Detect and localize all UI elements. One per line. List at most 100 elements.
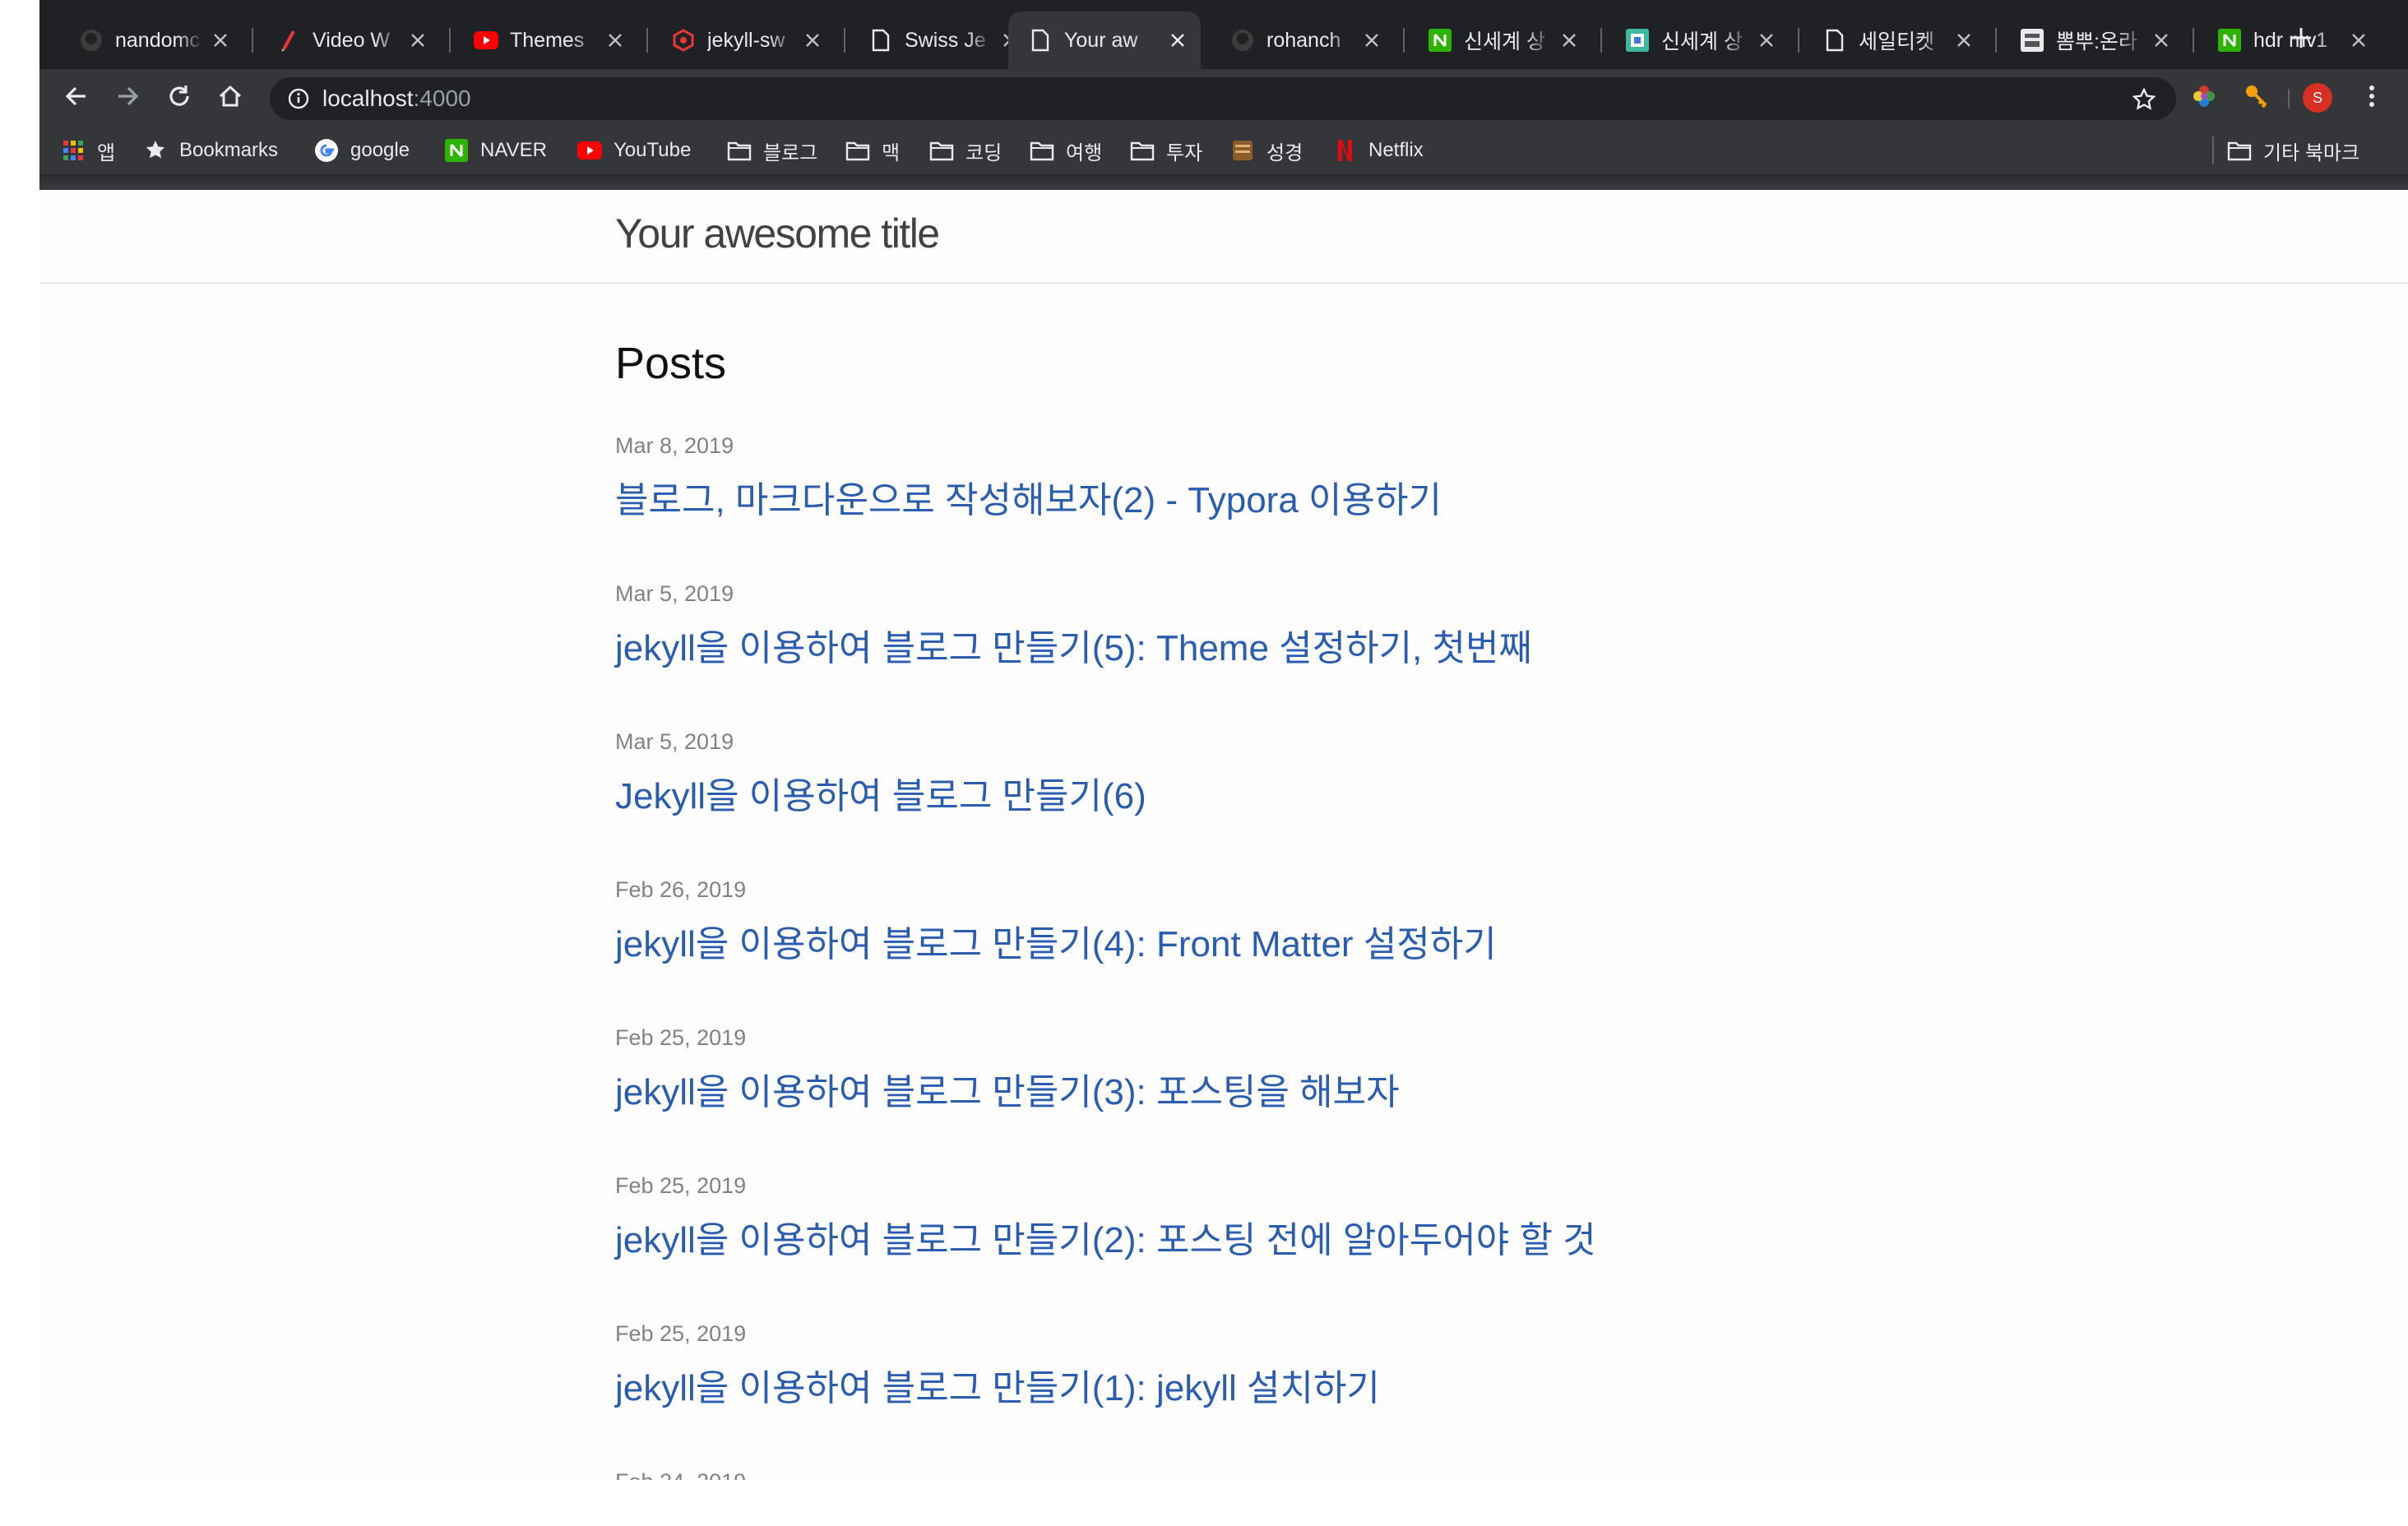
new-tab-button[interactable]: [2285, 23, 2318, 56]
tab-title: Your aw: [1064, 28, 1138, 52]
tab-themes[interactable]: Themes: [454, 12, 638, 69]
naver-icon: [2217, 28, 2242, 53]
profile-button[interactable]: S: [2303, 83, 2332, 113]
bookmark-folder-travel[interactable]: 여행: [1030, 136, 1102, 164]
url-host: localhost: [322, 86, 414, 111]
post-title-link[interactable]: Jekyll을 이용하여 블로그 만들기(6): [615, 766, 1146, 819]
tab-video[interactable]: Video W: [257, 12, 441, 69]
tab-swiss[interactable]: Swiss Je: [849, 12, 1033, 69]
bookmark-other-folder[interactable]: 기타 북마크: [2227, 136, 2359, 164]
bookmark-folder-invest[interactable]: 투자: [1130, 136, 1202, 164]
color-extension-button[interactable]: [2189, 83, 2219, 113]
bookmark-label: google: [350, 139, 410, 161]
tab-nandomc[interactable]: nandomc: [59, 12, 243, 69]
tab-title: jekyll-sw: [707, 28, 785, 52]
page-icon: [1028, 28, 1053, 53]
post-item: Mar 8, 2019 블로그, 마크다운으로 작성해보자(2) - Typor…: [615, 433, 1442, 523]
apps-grid-icon: [61, 138, 86, 163]
back-button[interactable]: [61, 83, 90, 113]
github-icon: [79, 28, 104, 53]
reload-button[interactable]: [164, 83, 194, 113]
folder-icon: [845, 138, 870, 163]
bookmark-youtube[interactable]: YouTube: [577, 136, 691, 164]
close-icon[interactable]: [1168, 30, 1188, 50]
tab-jekyll-sw[interactable]: jekyll-sw: [651, 12, 836, 69]
bookmark-google[interactable]: google: [314, 136, 410, 164]
tab-title: 신세계 상: [1464, 30, 1545, 53]
post-title-link[interactable]: jekyll을 이용하여 블로그 만들기(3): 포스팅을 해보자: [615, 1062, 1400, 1115]
tab-title: Themes: [510, 28, 585, 52]
close-icon[interactable]: [1362, 30, 1382, 50]
tab-strip: nandomc Video W Themes jekyll-sw Swiss J…: [39, 0, 2408, 69]
bookmark-netflix[interactable]: Netflix: [1332, 136, 1424, 164]
back-arrow-icon: [63, 83, 89, 113]
netflix-icon: [1332, 138, 1357, 163]
address-bar[interactable]: localhost:4000: [270, 77, 2176, 120]
more-vert-icon: [2368, 83, 2376, 113]
github-icon: [1230, 28, 1255, 53]
folder-icon: [929, 138, 954, 163]
tab-your-awesome-title[interactable]: Your aw: [1008, 12, 1201, 69]
plus-icon: [2290, 26, 2313, 53]
post-item: Feb 24, 2019: [615, 1469, 746, 1480]
bookmark-folder-mac[interactable]: 맥: [845, 136, 900, 164]
key-extension-button[interactable]: [2242, 83, 2271, 113]
post-date: Feb 25, 2019: [615, 1025, 747, 1050]
youtube-icon: [577, 138, 602, 163]
bookmark-label: 코딩: [966, 141, 1003, 164]
bookmark-label: 맥: [882, 141, 901, 164]
bookmark-folder-coding[interactable]: 코딩: [929, 136, 1002, 164]
pen-icon: [276, 28, 301, 53]
close-icon[interactable]: [605, 30, 625, 50]
bookmark-apps[interactable]: 앱: [61, 136, 115, 164]
tab-title: 신세계 상: [1661, 30, 1743, 53]
post-date: Mar 8, 2019: [615, 433, 734, 458]
tab-shinsegae-2[interactable]: 신세계 상: [1605, 12, 1790, 69]
bookmark-label: YouTube: [614, 139, 692, 161]
close-icon[interactable]: [2349, 30, 2369, 50]
star-icon: [143, 138, 168, 163]
home-icon: [217, 83, 243, 113]
tab-saleticket[interactable]: 세일티켓: [1803, 12, 1987, 69]
close-icon[interactable]: [1757, 30, 1776, 50]
bookmark-label: 여행: [1066, 141, 1103, 164]
tab-rohanch[interactable]: rohanch: [1211, 12, 1395, 69]
tab-shinsegae-1[interactable]: 신세계 상: [1408, 12, 1592, 69]
info-icon[interactable]: [288, 88, 309, 109]
youtube-icon: [474, 28, 498, 53]
bookmark-bible[interactable]: 성경: [1230, 136, 1303, 164]
post-date: Mar 5, 2019: [615, 729, 734, 754]
tab-title: rohanch: [1267, 28, 1341, 52]
post-title-link[interactable]: jekyll을 이용하여 블로그 만들기(5): Theme 설정하기, 첫번째: [615, 618, 1532, 671]
tab-title: Video W: [313, 28, 391, 52]
site-title-link[interactable]: Your awesome title: [615, 210, 940, 257]
bookmark-star-icon[interactable]: [2132, 87, 2156, 116]
bookmark-naver[interactable]: NAVER: [444, 136, 547, 164]
post-title-link[interactable]: jekyll을 이용하여 블로그 만들기(1): jekyll 설치하기: [615, 1358, 1380, 1411]
post-item: Mar 5, 2019 Jekyll을 이용하여 블로그 만들기(6): [615, 729, 1146, 819]
close-icon[interactable]: [408, 30, 428, 50]
url-text: localhost:4000: [322, 86, 471, 112]
close-icon[interactable]: [1559, 30, 1579, 50]
menu-button[interactable]: [2357, 83, 2387, 113]
color-wheel-icon: [2191, 83, 2217, 113]
post-item: Feb 25, 2019 jekyll을 이용하여 블로그 만들기(2): 포스…: [615, 1173, 1596, 1263]
page-icon: [868, 28, 893, 53]
posts-heading: Posts: [615, 339, 727, 388]
google-icon: [314, 138, 339, 163]
close-icon[interactable]: [1954, 30, 1974, 50]
ssg-icon: [1625, 28, 1650, 53]
bookmark-label: Netflix: [1368, 139, 1424, 161]
home-button[interactable]: [215, 83, 245, 113]
post-title-link[interactable]: jekyll을 이용하여 블로그 만들기(2): 포스팅 전에 알아두어야 할 …: [615, 1210, 1596, 1263]
forward-button[interactable]: [113, 83, 143, 113]
post-date: Mar 5, 2019: [615, 581, 734, 606]
close-icon[interactable]: [211, 30, 230, 50]
close-icon[interactable]: [803, 30, 822, 50]
bookmark-folder-blog[interactable]: 블로그: [727, 136, 817, 164]
post-date: Feb 25, 2019: [615, 1173, 747, 1198]
post-title-link[interactable]: jekyll을 이용하여 블로그 만들기(4): Front Matter 설정…: [615, 914, 1497, 967]
browser-window: nandomc Video W Themes jekyll-sw Swiss J…: [39, 0, 2408, 1480]
bookmark-bookmarks[interactable]: Bookmarks: [143, 136, 278, 164]
post-title-link[interactable]: 블로그, 마크다운으로 작성해보자(2) - Typora 이용하기: [615, 470, 1442, 523]
